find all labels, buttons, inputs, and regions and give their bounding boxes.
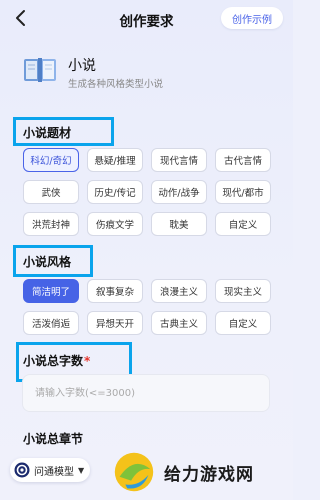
- style-option[interactable]: 现实主义: [215, 279, 271, 303]
- word-count-label: 小说总字数: [23, 354, 84, 368]
- style-option[interactable]: 异想天开: [87, 311, 143, 335]
- watermark: 给力游戏网: [110, 452, 290, 492]
- style-option[interactable]: 古典主义: [151, 311, 207, 335]
- style-option[interactable]: 浪漫主义: [151, 279, 207, 303]
- subject-option[interactable]: 自定义: [215, 212, 271, 236]
- header: 创作要求 创作示例: [0, 0, 293, 36]
- example-button[interactable]: 创作示例: [221, 7, 283, 29]
- subject-option[interactable]: 现代/都市: [215, 180, 271, 204]
- style-option[interactable]: 自定义: [215, 311, 271, 335]
- style-options: 简洁明了 叙事复杂 浪漫主义 现实主义 活泼俏逅 异想天开 古典主义 自定义: [23, 279, 273, 335]
- watermark-logo: [114, 452, 154, 492]
- section-title-word-count: 小说总字数*: [23, 352, 90, 369]
- subject-option[interactable]: 科幻/奇幻: [23, 148, 79, 172]
- subject-options: 科幻/奇幻 悬疑/推理 现代言情 古代言情 武侠 历史/传记 动作/战争 现代/…: [23, 148, 273, 236]
- model-icon: [14, 462, 30, 478]
- caret-down-icon: ▼: [78, 465, 85, 475]
- model-selector[interactable]: 问通模型 ▼: [10, 458, 90, 482]
- subject-option[interactable]: 动作/战争: [151, 180, 207, 204]
- type-card: 小说 生成各种风格类型小说: [22, 52, 272, 92]
- subject-option[interactable]: 伤痕文学: [87, 212, 143, 236]
- section-title-subject: 小说题材: [23, 126, 72, 140]
- subject-option[interactable]: 现代言情: [151, 148, 207, 172]
- subject-option[interactable]: 古代言情: [215, 148, 271, 172]
- page: 创作要求 创作示例 小说 生成各种风格类型小说 小说题材 科幻/奇幻 悬疑/推理…: [0, 0, 293, 500]
- book-icon: [24, 58, 56, 82]
- type-description: 生成各种风格类型小说: [68, 79, 164, 90]
- subject-option[interactable]: 耽美: [151, 212, 207, 236]
- style-option[interactable]: 叙事复杂: [87, 279, 143, 303]
- style-option[interactable]: 简洁明了: [23, 279, 79, 303]
- subject-option[interactable]: 武侠: [23, 180, 79, 204]
- style-option[interactable]: 活泼俏逅: [23, 311, 79, 335]
- section-title-style: 小说风格: [23, 255, 72, 269]
- model-label: 问通模型: [34, 466, 74, 478]
- word-count-input[interactable]: [22, 374, 270, 412]
- watermark-text: 给力游戏网: [164, 465, 254, 485]
- type-name: 小说: [68, 58, 96, 74]
- subject-option[interactable]: 悬疑/推理: [87, 148, 143, 172]
- subject-option[interactable]: 洪荒封神: [23, 212, 79, 236]
- subject-option[interactable]: 历史/传记: [87, 180, 143, 204]
- section-title-chapters: 小说总章节: [23, 432, 84, 446]
- required-mark: *: [84, 354, 91, 368]
